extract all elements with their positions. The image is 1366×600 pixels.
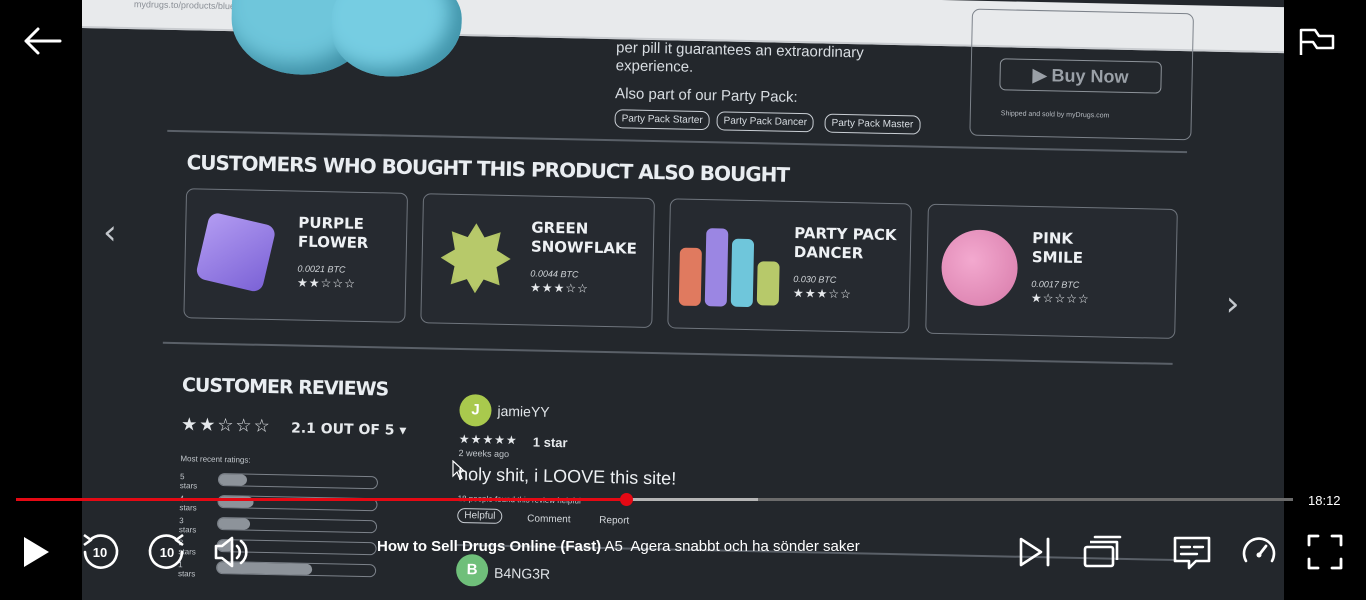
chevron-right-icon: › — [1225, 284, 1240, 325]
product-description: per pill it guarantees an extraordinary … — [615, 39, 864, 76]
video-scene: mydrugs.to/products/blueclover per pill … — [82, 0, 1284, 600]
product-price: 0.0044 BTC — [530, 268, 579, 280]
product-price: 0.030 BTC — [793, 273, 837, 285]
episode-title: How to Sell Drugs Online (Fast) A5 Agera… — [377, 538, 860, 555]
episode-name: Agera snabbt och ha sönder saker — [630, 538, 860, 555]
product-pill-image-2 — [330, 0, 463, 78]
forward-seconds-label: 10 — [160, 545, 174, 560]
product-price: 0.0021 BTC — [297, 263, 346, 275]
fullscreen-icon[interactable] — [1303, 530, 1347, 574]
remaining-time: 18:12 — [1308, 493, 1341, 508]
play-icon[interactable] — [14, 530, 58, 574]
product-stars: ★★★☆☆ — [792, 285, 852, 302]
review-report-link: Report — [599, 514, 630, 527]
product-price: 0.0017 BTC — [1031, 278, 1080, 290]
forward-10-icon[interactable]: 10 — [145, 530, 189, 574]
product-card: PURPLE FLOWER 0.0021 BTC ★★☆☆☆ — [183, 188, 409, 323]
product-stars: ★☆☆☆☆ — [1030, 290, 1090, 307]
rating-row-bar — [217, 472, 379, 490]
volume-icon[interactable] — [210, 530, 254, 574]
back-arrow-icon[interactable] — [22, 26, 62, 56]
purple-flower-pill-image — [194, 211, 277, 294]
review-helpful-button: Helpful — [457, 507, 503, 524]
chevron-down-icon: ▾ — [399, 422, 407, 439]
party-pack-chip-starter: Party Pack Starter — [614, 109, 710, 131]
review-username: B4NG3R — [493, 564, 551, 582]
also-bought-title: CUSTOMERS WHO BOUGHT THIS PRODUCT ALSO B… — [186, 150, 790, 187]
progress-played — [16, 498, 627, 501]
product-stars: ★★☆☆☆ — [296, 275, 357, 291]
party-pack-pill-stack — [678, 247, 702, 307]
product-name: PURPLE FLOWER — [297, 213, 369, 253]
review-text: holy shit, i LOOVE this site! — [457, 463, 677, 489]
rating-row-label: 5 stars — [179, 472, 198, 491]
next-episode-icon[interactable] — [1012, 530, 1056, 574]
progress-bar[interactable] — [16, 493, 1293, 506]
divider — [162, 341, 1173, 365]
episodes-icon[interactable] — [1080, 530, 1124, 574]
green-snowflake-pill-image — [440, 223, 511, 294]
rating-row-fill — [218, 473, 248, 486]
review-username: jamieYY — [497, 402, 550, 420]
rewind-10-icon[interactable]: 10 — [78, 530, 122, 574]
avatar: J — [459, 393, 492, 427]
rewind-seconds-label: 10 — [93, 545, 107, 560]
party-pack-chip-master: Party Pack Master — [824, 113, 921, 135]
rating-row-fill — [217, 517, 250, 530]
avatar: B — [455, 553, 489, 587]
video-frame: mydrugs.to/products/blueclover per pill … — [82, 0, 1284, 600]
buy-now-button: ▶ Buy Now — [999, 58, 1162, 94]
review-date: 2 weeks ago — [458, 447, 510, 460]
product-name: PARTY PACK DANCER — [793, 223, 897, 263]
overall-stars: ★★☆☆☆ — [180, 414, 273, 437]
episode-code: A5 — [604, 538, 623, 555]
party-pack-chip-dancer: Party Pack Dancer — [716, 111, 815, 133]
mouse-cursor-icon — [452, 460, 466, 480]
subtitles-icon[interactable] — [1170, 530, 1214, 574]
overall-score: 2.1 OUT OF 5 ▾ — [290, 420, 407, 439]
product-stars: ★★★☆☆ — [529, 280, 590, 296]
review-star-label: 1 star — [532, 434, 568, 451]
customer-reviews-title: CUSTOMER REVIEWS — [181, 374, 389, 401]
product-card: PINK SMILE 0.0017 BTC ★☆☆☆☆ — [925, 203, 1178, 339]
most-recent-label: Most recent ratings: — [180, 454, 251, 465]
playback-speed-icon[interactable] — [1237, 530, 1281, 574]
shipped-by-note: Shipped and sold by myDrugs.com — [1000, 110, 1110, 120]
rating-row-label: 4 stars — [179, 494, 197, 513]
show-title: How to Sell Drugs Online (Fast) — [377, 538, 602, 555]
product-card: PARTY PACK DANCER 0.030 BTC ★★★☆☆ — [667, 198, 912, 334]
review-comment-link: Comment — [527, 513, 571, 526]
product-card: GREEN SNOWFLAKE 0.0044 BTC ★★★☆☆ — [420, 193, 655, 329]
pink-smile-pill-image — [940, 229, 1019, 307]
chevron-left-icon: ‹ — [102, 212, 118, 253]
product-name: GREEN SNOWFLAKE — [530, 218, 638, 258]
product-name: PINK SMILE — [1031, 228, 1084, 268]
party-pack-title: Also part of our Party Pack: — [614, 85, 798, 107]
report-flag-icon[interactable] — [1298, 27, 1336, 57]
buy-box: ▶ Buy Now Shipped and sold by myDrugs.co… — [969, 8, 1194, 141]
review-stars: ★★★★★ — [458, 431, 518, 448]
